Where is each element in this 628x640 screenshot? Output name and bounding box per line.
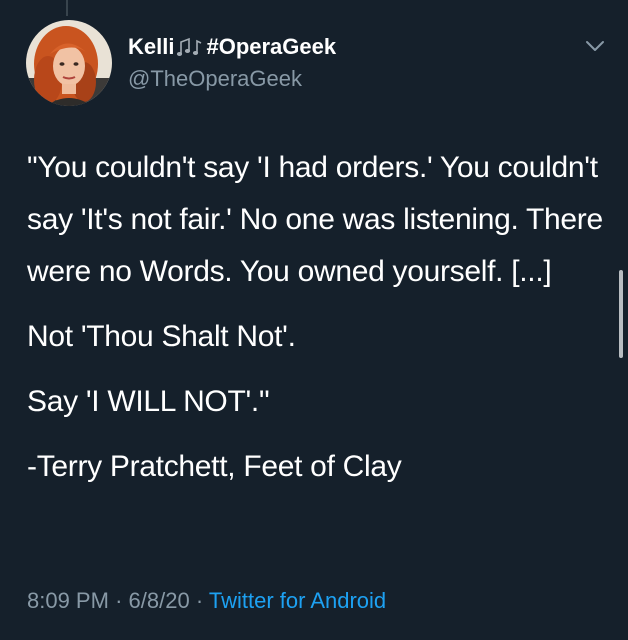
tweet-text: "You couldn't say 'I had orders.' You co…: [27, 142, 607, 506]
tweet-metadata: 8:09 PM · 6/8/20 · Twitter for Android: [27, 588, 386, 614]
meta-separator: ·: [195, 588, 204, 613]
tweet-date[interactable]: 6/8/20: [129, 588, 190, 613]
avatar[interactable]: [26, 20, 112, 106]
avatar-image: [26, 20, 112, 106]
tweet-paragraph: Say 'I WILL NOT'.": [27, 385, 270, 418]
tweet-paragraph: -Terry Pratchett, Feet of Clay: [27, 450, 402, 483]
tweet-paragraph: Not 'Thou Shalt Not'.: [27, 320, 296, 353]
scrollbar[interactable]: [619, 270, 623, 358]
tweet-source-link[interactable]: Twitter for Android: [209, 588, 386, 613]
meta-separator: ·: [115, 588, 123, 613]
tweet-time[interactable]: 8:09 PM: [27, 588, 109, 613]
music-notes-icon: [175, 36, 205, 58]
author-name-suffix: #OperaGeek: [206, 34, 337, 59]
tweet-paragraph: "You couldn't say 'I had orders.' You co…: [27, 151, 603, 288]
chevron-down-icon[interactable]: [584, 38, 606, 54]
author-handle[interactable]: @TheOperaGeek: [128, 66, 302, 92]
author-display-name[interactable]: Kelli #OperaGeek: [128, 34, 336, 60]
thread-connector-line: [66, 0, 68, 16]
author-name-prefix: Kelli: [128, 34, 175, 59]
